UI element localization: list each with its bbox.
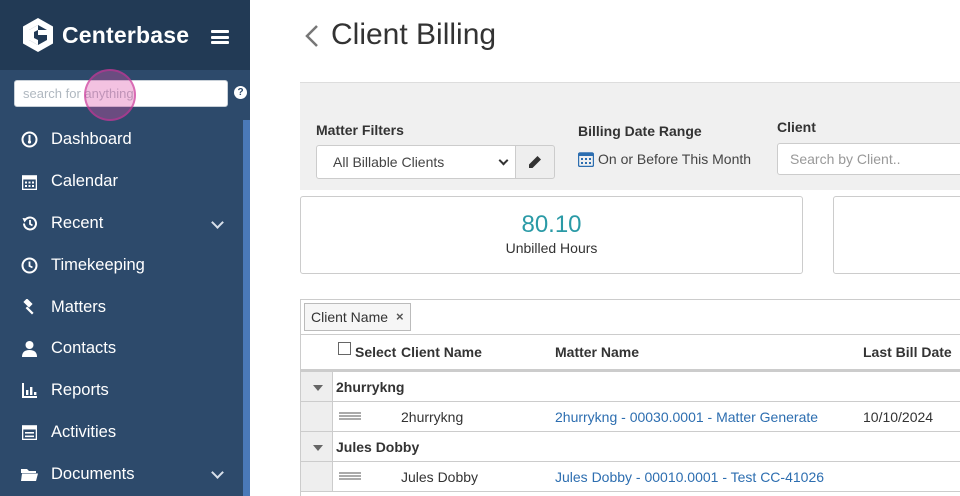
close-icon[interactable]: ×: [396, 304, 404, 330]
history-icon: [20, 214, 38, 232]
sidebar-item-reports[interactable]: Reports: [0, 370, 243, 412]
sidebar-item-matters[interactable]: Matters: [0, 286, 243, 328]
pencil-icon: [529, 156, 541, 168]
matter-filter-value: All Billable Clients: [333, 154, 445, 170]
back-arrow-icon[interactable]: [304, 24, 320, 48]
brand-name: Centerbase: [62, 21, 190, 48]
indent-cell: [301, 402, 333, 431]
sidebar-item-label: Dashboard: [51, 130, 132, 149]
drag-handle-icon[interactable]: [339, 472, 361, 480]
sidebar-item-label: Documents: [51, 464, 135, 483]
sidebar-item-label: Contacts: [51, 339, 117, 358]
edit-filter-button[interactable]: [515, 145, 555, 179]
group-chip[interactable]: Client Name ×: [304, 303, 411, 331]
billing-grid: Client Name × Select Client Name Matter …: [300, 299, 960, 496]
stat-card[interactable]: [833, 196, 960, 274]
calendar-icon: [20, 173, 38, 191]
indent-cell: [301, 462, 333, 491]
bar-chart-icon: [20, 382, 38, 400]
main-content: Client Billing Matter Filters All Billab…: [250, 0, 960, 496]
matter-name-link[interactable]: Jules Dobby - 00010.0001 - Test CC-41026: [555, 469, 824, 485]
matter-filters-label: Matter Filters: [316, 122, 404, 138]
group-name: Jules Dobby: [336, 439, 420, 455]
folder-icon: [20, 465, 38, 483]
caret-down-icon[interactable]: [313, 385, 323, 391]
sidebar-item-label: Timekeeping: [51, 255, 145, 274]
menu-toggle-icon[interactable]: [211, 30, 229, 44]
sidebar: Centerbase ? Dashboard Calendar: [0, 0, 250, 496]
chevron-down-icon[interactable]: [211, 466, 224, 480]
sidebar-item-label: Calendar: [51, 172, 118, 191]
sidebar-item-timekeeping[interactable]: Timekeeping: [0, 244, 243, 286]
group-toggle-cell[interactable]: [301, 432, 333, 461]
column-header-last-bill-date[interactable]: Last Bill Date: [863, 344, 952, 360]
calendar-icon: [578, 152, 594, 167]
sidebar-item-label: Reports: [51, 381, 109, 400]
sidebar-search: [14, 69, 228, 121]
gavel-icon: [20, 298, 38, 316]
client-label: Client: [777, 119, 816, 135]
unbilled-hours-label: Unbilled Hours: [505, 240, 598, 256]
group-name: 2hurrykng: [336, 379, 405, 395]
table-row[interactable]: 2hurrykng 2hurrykng - 00030.0001 - Matte…: [301, 402, 960, 432]
app: Centerbase ? Dashboard Calendar: [0, 0, 960, 496]
chevron-down-icon: [498, 155, 509, 166]
sidebar-item-contacts[interactable]: Contacts: [0, 328, 243, 370]
last-bill-date-cell: 10/10/2024: [863, 409, 934, 425]
sidebar-item-activities[interactable]: Activities: [0, 412, 243, 454]
sidebar-item-recent[interactable]: Recent: [0, 203, 243, 245]
clock-icon: [20, 256, 38, 274]
chevron-down-icon[interactable]: [211, 215, 224, 229]
select-all-checkbox[interactable]: [338, 342, 351, 355]
sidebar-item-documents[interactable]: Documents: [0, 453, 243, 495]
unbilled-hours-card[interactable]: 80.10 Unbilled Hours: [300, 196, 803, 274]
column-header-matter-name[interactable]: Matter Name: [555, 344, 639, 360]
caret-down-icon[interactable]: [313, 445, 323, 451]
client-search-input[interactable]: [777, 143, 960, 175]
group-toggle-cell[interactable]: [301, 372, 333, 401]
sidebar-item-label: Activities: [51, 422, 117, 441]
column-header-select[interactable]: Select: [355, 344, 396, 360]
list-icon: [20, 423, 38, 441]
drag-handle-icon[interactable]: [339, 412, 361, 420]
sidebar-nav: Dashboard Calendar Recent Timekeeping Ma…: [0, 119, 243, 495]
date-range-value: On or Before This Month: [598, 151, 752, 167]
search-input[interactable]: [14, 80, 228, 107]
sidebar-item-label: Matters: [51, 297, 107, 316]
matter-name-link[interactable]: 2hurrykng - 00030.0001 - Matter Generate: [555, 409, 818, 425]
column-header-client-name[interactable]: Client Name: [401, 344, 482, 360]
filter-panel: Matter Filters All Billable Clients Bill…: [300, 82, 960, 190]
sidebar-scrollbar[interactable]: [243, 120, 250, 496]
dashboard-icon: [20, 131, 38, 149]
group-row: Jules Dobby: [301, 432, 960, 462]
matter-filter-select[interactable]: All Billable Clients: [316, 145, 516, 179]
grid-header-row: Select Client Name Matter Name Last Bill…: [301, 335, 960, 372]
table-row[interactable]: Jules Dobby Jules Dobby - 00010.0001 - T…: [301, 462, 960, 492]
group-by-bar: Client Name ×: [301, 300, 960, 335]
unbilled-hours-value: 80.10: [521, 211, 582, 238]
user-icon: [20, 340, 38, 358]
sidebar-item-label: Recent: [51, 213, 104, 232]
billing-date-range-label: Billing Date Range: [578, 123, 702, 139]
group-row: 2hurrykng: [301, 372, 960, 402]
group-chip-label: Client Name: [311, 309, 389, 325]
client-name-cell: Jules Dobby: [401, 469, 479, 485]
sidebar-item-dashboard[interactable]: Dashboard: [0, 119, 243, 161]
sidebar-item-calendar[interactable]: Calendar: [0, 161, 243, 203]
centerbase-logo-icon[interactable]: [20, 17, 56, 53]
page-title: Client Billing: [331, 18, 497, 51]
client-name-cell: 2hurrykng: [401, 409, 464, 425]
help-icon[interactable]: ?: [234, 86, 247, 99]
date-range-picker[interactable]: On or Before This Month: [578, 151, 751, 167]
